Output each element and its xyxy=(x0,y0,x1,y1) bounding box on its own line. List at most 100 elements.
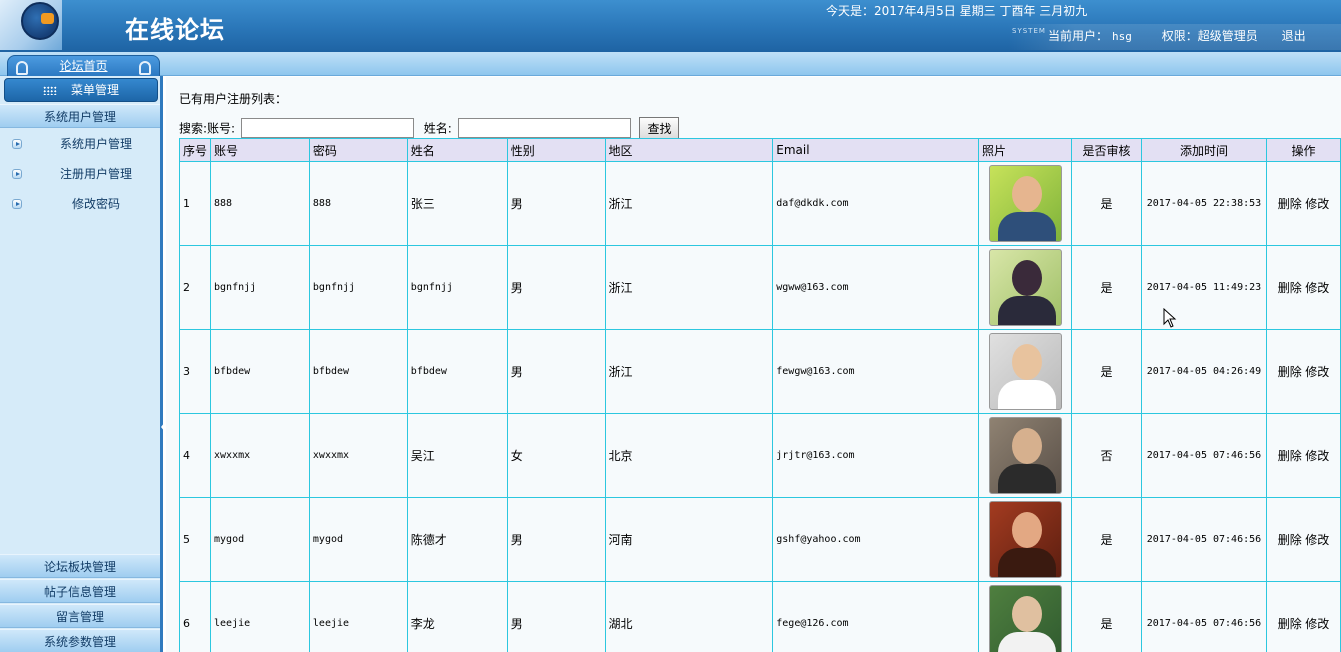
table-row: 6 leejie leejie 李龙男湖北 fege@126.com 是 2017-04-0… xyxy=(178,581,1341,652)
sub-header-bar xyxy=(0,52,1341,76)
cell-account: leejie xyxy=(210,581,310,652)
user-info: 当前用户： hsg 权限：超级管理员 退出 xyxy=(1048,27,1306,44)
cell-no: 6 xyxy=(178,581,212,652)
arrow-bullet-icon xyxy=(12,139,22,149)
cell-account: 888 xyxy=(210,161,310,246)
list-title: 已有用户注册列表： xyxy=(179,92,288,106)
edit-link[interactable]: 修改 xyxy=(1305,281,1329,295)
ring-left-icon xyxy=(16,61,28,75)
arrow-bullet-icon xyxy=(12,169,22,179)
cell-account: mygod xyxy=(210,497,310,582)
delete-link[interactable]: 删除 xyxy=(1278,365,1302,379)
sidebar-group-system-params[interactable]: 系统参数管理 xyxy=(0,629,160,652)
menu-management-header[interactable]: 菜单管理 xyxy=(4,78,158,102)
cell-email: gshf@yahoo.com xyxy=(772,497,980,582)
cell-password: 888 xyxy=(308,161,408,246)
app-header: 在线论坛 今天是：2017年4月5日 星期三 丁酉年 三月初九 SYSTEM 当… xyxy=(0,0,1341,52)
name-search-input[interactable] xyxy=(457,118,631,138)
cell-gender: 男 xyxy=(506,497,606,582)
cell-password: leejie xyxy=(308,581,408,652)
column-header: 密码 xyxy=(308,138,408,162)
main-content: 已有用户注册列表： 搜索:账号: 姓名: 查找 序号 账号 密码 姓名 性别 地… xyxy=(166,77,1341,652)
column-header: 是否审核 xyxy=(1071,138,1142,162)
sidebar-group-posts[interactable]: 帖子信息管理 xyxy=(0,579,160,603)
cell-email: jrjtr@163.com xyxy=(772,413,980,498)
cell-gender: 男 xyxy=(506,581,606,652)
sidebar-item-change-password[interactable]: 修改密码 xyxy=(0,191,160,217)
cell-name: 陈德才 xyxy=(406,497,508,582)
cell-photo xyxy=(978,329,1072,414)
cell-approved: 是 xyxy=(1071,329,1142,414)
cell-account: xwxxmx xyxy=(210,413,310,498)
edit-link[interactable]: 修改 xyxy=(1305,617,1329,631)
photo-anime-character xyxy=(988,249,1062,326)
cell-added-time: 2017-04-05 07:46:56 xyxy=(1140,497,1267,582)
forum-home-tab[interactable]: 论坛首页 xyxy=(7,55,160,77)
current-user-name: hsg xyxy=(1112,30,1132,43)
table-row: 4 xwxxmx xwxxmx 吴江女北京 jrjtr@163.com 否 2017-04-… xyxy=(178,413,1341,498)
column-header: 照片 xyxy=(978,138,1072,162)
sidebar-group-messages[interactable]: 留言管理 xyxy=(0,604,160,628)
edit-link[interactable]: 修改 xyxy=(1305,197,1329,211)
cell-photo xyxy=(978,245,1072,330)
edit-link[interactable]: 修改 xyxy=(1305,365,1329,379)
edit-link[interactable]: 修改 xyxy=(1305,533,1329,547)
permission-label: 权限：超级管理员 xyxy=(1161,29,1258,43)
photo-young-man xyxy=(988,165,1062,242)
forum-home-link[interactable]: 论坛首页 xyxy=(59,59,107,73)
sidebar-item-label: 注册用户管理 xyxy=(60,167,133,181)
cell-no: 3 xyxy=(178,329,212,414)
cell-region: 浙江 xyxy=(604,329,774,414)
account-search-input[interactable] xyxy=(240,118,414,138)
cell-gender: 男 xyxy=(506,161,606,246)
sidebar-group-system-users[interactable]: 系统用户管理 xyxy=(0,104,160,128)
edit-link[interactable]: 修改 xyxy=(1305,449,1329,463)
table-row: 3 bfbdew bfbdew bfbdew 男浙江 fewgw@163.com 是 2017… xyxy=(178,329,1341,414)
cell-actions: 删除 修改 xyxy=(1265,581,1341,652)
cell-photo xyxy=(978,581,1072,652)
delete-link[interactable]: 删除 xyxy=(1278,449,1302,463)
cell-account: bfbdew xyxy=(210,329,310,414)
search-account-label: 搜索:账号: xyxy=(179,121,236,136)
delete-link[interactable]: 删除 xyxy=(1278,281,1302,295)
cell-actions: 删除 修改 xyxy=(1265,329,1341,414)
cell-gender: 男 xyxy=(506,245,606,330)
delete-link[interactable]: 删除 xyxy=(1278,533,1302,547)
arrow-bullet-icon xyxy=(12,199,22,209)
cell-added-time: 2017-04-05 22:38:53 xyxy=(1140,161,1267,246)
logout-link[interactable]: 退出 xyxy=(1282,29,1306,43)
sidebar-item-label: 修改密码 xyxy=(72,197,121,211)
logo xyxy=(0,0,62,50)
cell-email: daf@dkdk.com xyxy=(772,161,980,246)
cell-region: 河南 xyxy=(604,497,774,582)
delete-link[interactable]: 删除 xyxy=(1278,617,1302,631)
search-name-label: 姓名: xyxy=(423,121,452,136)
cell-approved: 是 xyxy=(1071,245,1142,330)
cell-added-time: 2017-04-05 04:26:49 xyxy=(1140,329,1267,414)
photo-man-at-desk xyxy=(988,417,1062,494)
cell-name: 张三 xyxy=(406,161,508,246)
photo-man-outdoors xyxy=(988,585,1062,652)
cell-actions: 删除 修改 xyxy=(1265,161,1341,246)
cell-no: 5 xyxy=(178,497,212,582)
cell-actions: 删除 修改 xyxy=(1265,497,1341,582)
cell-approved: 否 xyxy=(1071,413,1142,498)
sidebar-group-forum-sections[interactable]: 论坛板块管理 xyxy=(0,554,160,578)
cell-region: 浙江 xyxy=(604,245,774,330)
cell-added-time: 2017-04-05 07:46:56 xyxy=(1140,413,1267,498)
cell-region: 湖北 xyxy=(604,581,774,652)
delete-link[interactable]: 删除 xyxy=(1278,197,1302,211)
search-button[interactable]: 查找 xyxy=(639,117,680,139)
column-header: Email xyxy=(772,138,980,162)
cell-photo xyxy=(978,413,1072,498)
cell-password: mygod xyxy=(308,497,408,582)
table-body: 1 888 888 张三男浙江 daf@dkdk.com 是 2017-04-05 22:3… xyxy=(178,161,1341,652)
current-user-label: 当前用户： xyxy=(1048,29,1109,43)
cell-actions: 删除 修改 xyxy=(1265,245,1341,330)
column-header: 添加时间 xyxy=(1140,138,1267,162)
column-header: 姓名 xyxy=(406,138,508,162)
cell-email: fewgw@163.com xyxy=(772,329,980,414)
sidebar-item-system-users[interactable]: 系统用户管理 xyxy=(0,131,160,157)
column-header: 地区 xyxy=(604,138,774,162)
sidebar-item-registered-users[interactable]: 注册用户管理 xyxy=(0,161,160,187)
